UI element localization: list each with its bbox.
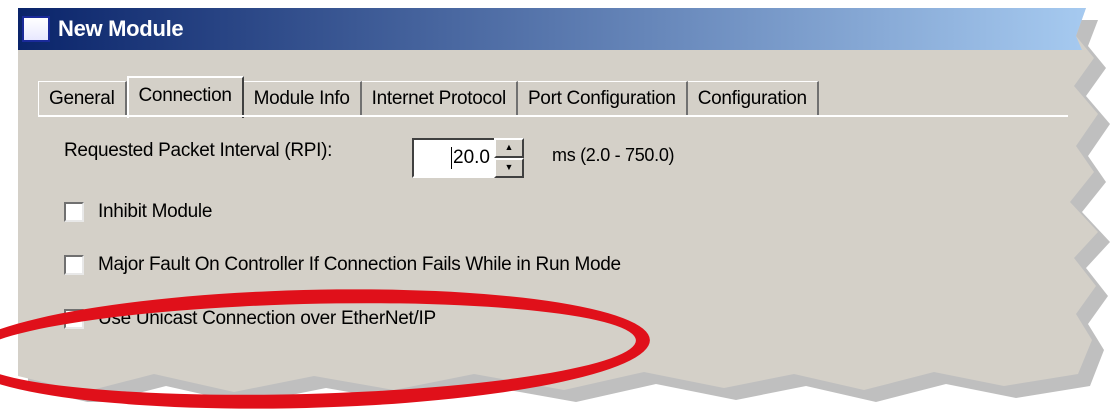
inhibit-module-checkbox[interactable] xyxy=(64,202,84,222)
tab-connection[interactable]: Connection xyxy=(126,76,244,118)
tab-internet-protocol[interactable]: Internet Protocol xyxy=(361,81,518,116)
major-fault-label: Major Fault On Controller If Connection … xyxy=(98,254,621,275)
rpi-range-hint: ms (2.0 - 750.0) xyxy=(552,145,675,165)
tab-configuration[interactable]: Configuration xyxy=(687,81,819,116)
window-icon xyxy=(22,16,50,42)
rpi-label: Requested Packet Interval (RPI): xyxy=(64,140,333,161)
major-fault-checkbox[interactable] xyxy=(64,255,84,275)
tab-module-info[interactable]: Module Info xyxy=(243,81,362,116)
tab-general[interactable]: General xyxy=(38,81,127,116)
rpi-spin-buttons: ▲ ▼ xyxy=(494,138,524,178)
major-fault-row[interactable]: Major Fault On Controller If Connection … xyxy=(64,254,621,276)
tab-port-configuration[interactable]: Port Configuration xyxy=(517,81,688,116)
title-bar[interactable]: New Module xyxy=(18,8,1098,50)
inhibit-module-label: Inhibit Module xyxy=(98,201,213,222)
rpi-input[interactable]: 20.0 xyxy=(412,138,494,178)
rpi-spinner[interactable]: 20.0 ▲ ▼ xyxy=(412,138,526,178)
rpi-value: 20.0 xyxy=(453,147,490,168)
spin-up-icon[interactable]: ▲ xyxy=(494,138,524,158)
spin-down-icon[interactable]: ▼ xyxy=(494,158,524,178)
dialog-title: New Module xyxy=(58,16,184,41)
tab-panel-border xyxy=(38,115,1068,117)
tab-strip: General Connection Module Info Internet … xyxy=(38,72,819,118)
inhibit-module-row[interactable]: Inhibit Module xyxy=(64,201,212,223)
new-module-dialog: New Module General Connection Module Inf… xyxy=(0,0,1114,417)
